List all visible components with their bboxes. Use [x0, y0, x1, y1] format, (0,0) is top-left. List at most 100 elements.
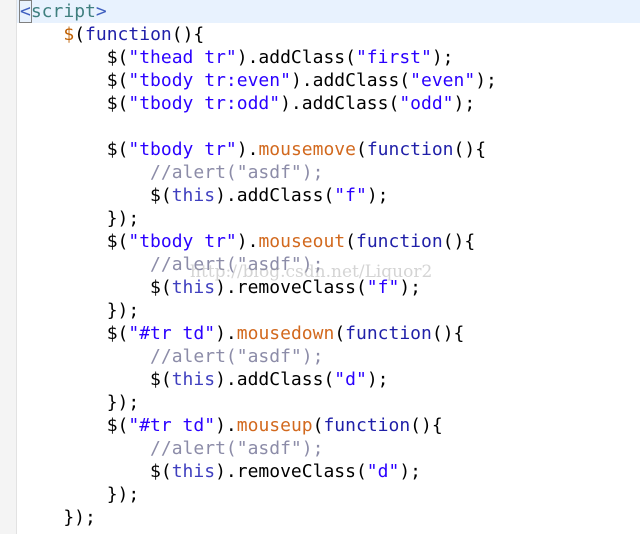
code-token: this: [171, 185, 216, 206]
code-line[interactable]: $("tbody tr:even").addClass("even");: [20, 69, 635, 92]
code-line[interactable]: //alert("asdf");: [20, 345, 635, 368]
code-line[interactable]: });: [20, 391, 635, 414]
code-token: $(: [20, 139, 129, 160]
code-token: (: [312, 415, 324, 436]
code-token: $(: [20, 70, 129, 91]
code-token: );: [399, 461, 421, 482]
code-line[interactable]: $(this).addClass("d");: [20, 368, 635, 391]
code-token: "odd": [399, 93, 454, 114]
code-token: ).addClass(: [215, 185, 335, 206]
code-token: (: [355, 139, 367, 160]
code-token: "first": [355, 47, 432, 68]
code-token: ).: [236, 231, 259, 252]
code-token: $(: [20, 47, 129, 68]
code-token: );: [366, 185, 389, 206]
code-token: this: [171, 461, 216, 482]
code-token: "d": [334, 369, 367, 390]
editor-gutter: [0, 0, 17, 534]
code-token: ).: [215, 415, 237, 436]
code-line[interactable]: $("#tr td").mousedown(function(){: [20, 322, 635, 345]
code-line[interactable]: });: [20, 299, 635, 322]
code-token: ).: [215, 323, 237, 344]
code-token: "tbody tr:odd": [128, 93, 281, 114]
code-line[interactable]: //alert("asdf");: [20, 253, 635, 276]
code-token: $(: [20, 369, 172, 390]
code-token: mousedown: [236, 323, 335, 344]
code-token: (){: [431, 323, 465, 344]
code-line[interactable]: $(this).addClass("f");: [20, 184, 635, 207]
code-token: script: [30, 1, 96, 22]
code-token: "tbody tr": [128, 231, 237, 252]
code-line[interactable]: [20, 115, 635, 138]
code-token: ).addClass(: [280, 93, 400, 114]
code-token: mouseout: [258, 231, 346, 252]
code-token: "#tr td": [128, 323, 216, 344]
code-lines[interactable]: <script> $(function(){ $("thead tr").add…: [19, 0, 635, 529]
code-token: (: [74, 24, 86, 45]
code-token: );: [366, 369, 389, 390]
code-token: ).removeClass(: [215, 277, 367, 298]
code-token: //alert("asdf");: [150, 254, 324, 275]
code-token: (){: [453, 139, 487, 160]
code-token: );: [399, 277, 421, 298]
code-token: ).addClass(: [215, 369, 335, 390]
code-token: ).addClass(: [236, 47, 356, 68]
code-token: });: [20, 392, 140, 413]
code-token: (){: [171, 24, 205, 45]
code-token: (){: [442, 231, 476, 252]
code-token: <: [19, 0, 32, 23]
code-token: "thead tr": [128, 47, 237, 68]
code-token: $(: [20, 461, 172, 482]
code-token: "d": [366, 461, 400, 482]
code-token: });: [20, 208, 140, 229]
code-token: ).removeClass(: [215, 461, 367, 482]
code-token: });: [20, 507, 96, 528]
code-line[interactable]: $(function(){: [20, 23, 635, 46]
code-line[interactable]: $(this).removeClass("d");: [20, 460, 635, 483]
code-line[interactable]: });: [20, 483, 635, 506]
code-line[interactable]: $("tbody tr").mousemove(function(){: [20, 138, 635, 161]
code-line[interactable]: });: [20, 207, 635, 230]
code-token: "tbody tr": [128, 139, 237, 160]
code-token: $(: [20, 93, 129, 114]
code-token: $(: [20, 323, 129, 344]
code-token: function: [366, 139, 454, 160]
code-line[interactable]: $("tbody tr").mouseout(function(){: [20, 230, 635, 253]
code-token: $(: [20, 277, 172, 298]
code-token: function: [85, 24, 172, 45]
code-token: //alert("asdf");: [150, 438, 324, 459]
code-token: "#tr td": [128, 415, 216, 436]
code-line[interactable]: //alert("asdf");: [20, 437, 635, 460]
code-token: "f": [366, 277, 400, 298]
code-token: mouseup: [236, 415, 313, 436]
code-token: (: [345, 231, 356, 252]
code-token: "even": [410, 70, 476, 91]
code-line[interactable]: });: [20, 506, 635, 529]
code-token: function: [323, 415, 411, 436]
code-token: ).addClass(: [290, 70, 411, 91]
code-line[interactable]: <script>: [19, 0, 635, 23]
code-token: );: [475, 70, 497, 91]
code-line[interactable]: //alert("asdf");: [20, 161, 635, 184]
code-editor[interactable]: <script> $(function(){ $("thead tr").add…: [0, 0, 640, 534]
code-token: $(: [20, 231, 129, 252]
code-line[interactable]: $("thead tr").addClass("first");: [20, 46, 635, 69]
code-line[interactable]: $("#tr td").mouseup(function(){: [20, 414, 635, 437]
code-token: (){: [410, 415, 443, 436]
code-token: function: [345, 323, 432, 344]
code-token: function: [355, 231, 443, 252]
code-token: (: [334, 323, 346, 344]
code-token: "tbody tr:even": [128, 70, 291, 91]
code-token: //alert("asdf");: [150, 162, 324, 183]
code-token: "f": [334, 185, 367, 206]
code-token: $(: [20, 185, 172, 206]
code-line[interactable]: $("tbody tr:odd").addClass("odd");: [20, 92, 635, 115]
code-token: );: [453, 93, 476, 114]
code-token: //alert("asdf");: [150, 346, 324, 367]
code-line[interactable]: $(this).removeClass("f");: [20, 276, 635, 299]
